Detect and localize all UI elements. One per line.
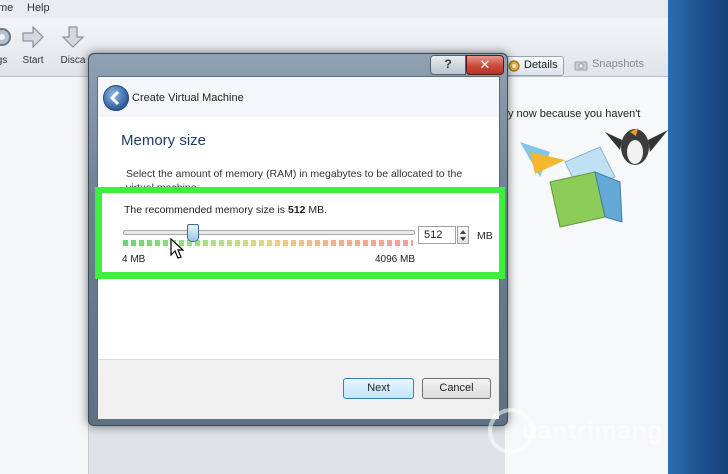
recommended-prefix: The recommended memory size is [124, 204, 288, 216]
slider-thumb[interactable] [187, 224, 199, 242]
spin-down-icon[interactable] [460, 237, 466, 241]
memory-size-input[interactable]: 512 [418, 226, 456, 244]
dialog-close-button[interactable]: ✕ [466, 55, 504, 75]
start-label: Start [22, 55, 44, 66]
slider-max-label: 4096 MB [375, 254, 416, 265]
snapshots-label: Snapshots [592, 58, 644, 70]
welcome-text: y now because you haven't [508, 108, 641, 120]
memory-slider[interactable] [120, 224, 420, 248]
camera-icon [574, 61, 588, 71]
section-title: Memory size [121, 132, 207, 149]
dialog-header: Create Virtual Machine [98, 77, 499, 117]
desktop-background [668, 0, 728, 474]
menu-bar: me Help [0, 0, 668, 18]
discard-arrow-down-icon [61, 26, 85, 48]
next-button[interactable]: Next [343, 378, 414, 399]
menu-item-help[interactable]: Help [27, 2, 50, 14]
details-label: Details [524, 59, 558, 71]
cancel-button[interactable]: Cancel [422, 378, 491, 399]
details-button[interactable]: Details [502, 56, 564, 76]
virtualbox-mascot-illustration [520, 128, 668, 228]
discard-label: Disca [60, 55, 86, 66]
watermark-text: uantrimang [522, 417, 664, 445]
slider-min-label: 4 MB [122, 254, 146, 265]
back-arrow-icon [109, 90, 120, 106]
slider-track[interactable] [123, 230, 415, 235]
details-gear-icon [508, 60, 520, 72]
watermark: uantrimang [488, 408, 688, 458]
mouse-cursor-icon [170, 238, 184, 259]
dialog-help-button[interactable]: ? [430, 55, 466, 75]
memory-unit-label: MB [477, 230, 493, 242]
dialog-title: Create Virtual Machine [132, 92, 244, 104]
start-button[interactable]: Start [13, 24, 53, 66]
menu-item-machine[interactable]: me [0, 2, 13, 14]
recommended-suffix: MB. [305, 204, 328, 216]
start-arrow-icon [22, 25, 44, 49]
memory-spinner[interactable] [457, 226, 469, 244]
slider-ticks [123, 240, 413, 246]
vm-list-pane[interactable] [0, 77, 89, 474]
discard-button[interactable]: Disca [53, 24, 93, 66]
snapshots-button[interactable]: Snapshots [570, 56, 660, 74]
spin-up-icon[interactable] [460, 230, 466, 234]
recommended-value: 512 [287, 204, 306, 216]
back-button[interactable] [103, 85, 129, 111]
recommended-memory-text: The recommended memory size is 512 MB. [124, 204, 327, 216]
